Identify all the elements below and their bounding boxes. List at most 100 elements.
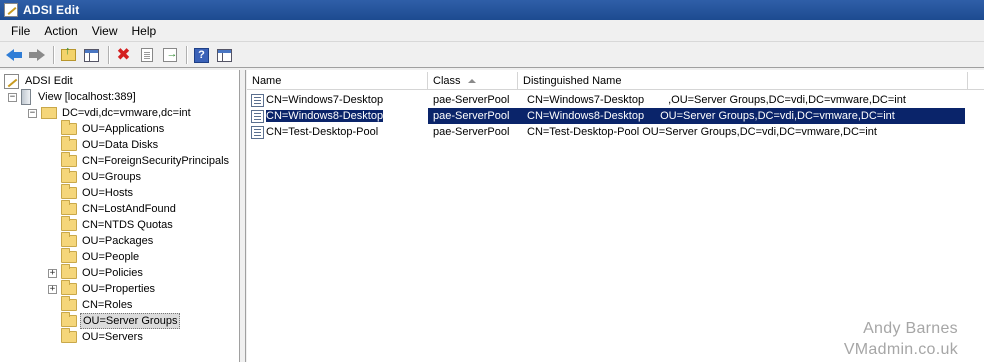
adsi-edit-app-icon <box>4 3 18 17</box>
tree-item-label: OU=Groups <box>82 171 141 183</box>
watermark-site: VMadmin.co.uk <box>843 341 958 358</box>
toolbar-separator <box>53 46 54 64</box>
tree-root-adsi-edit[interactable]: ADSI Edit <box>4 73 75 89</box>
tree-item[interactable]: + OU=Properties <box>48 280 157 297</box>
properties-icon <box>140 48 153 62</box>
column-label: Distinguished Name <box>523 75 622 87</box>
tree-item[interactable]: CN=LostAndFound <box>48 200 178 217</box>
tree-item[interactable]: OU=Applications <box>48 120 166 137</box>
list-row[interactable]: CN=Test-Desktop-Pool pae-ServerPool CN=Tes… <box>251 124 947 140</box>
column-label: Class <box>433 75 461 87</box>
folder-icon <box>61 280 77 295</box>
show-hide-action-pane-button[interactable] <box>214 45 235 66</box>
dn-common-name: CN=Test-Desktop-Pool <box>527 126 640 138</box>
console-tree[interactable]: ADSI Edit − View [localhost:389] − DC=vd… <box>0 70 240 362</box>
help-button[interactable]: ? <box>191 45 212 66</box>
cell-class: pae-ServerPool <box>428 108 522 124</box>
cell-name: CN=Test-Desktop-Pool <box>251 124 428 140</box>
adsi-edit-icon <box>4 73 19 89</box>
menu-help[interactable]: Help <box>125 24 164 38</box>
action-pane-icon <box>217 48 232 62</box>
dn-path: OU=Server Groups,DC=vdi,DC=vmware,DC=int <box>660 110 895 122</box>
up-one-level-button[interactable] <box>58 45 79 66</box>
tree-item[interactable]: OU=Hosts <box>48 184 135 201</box>
collapse-toggle[interactable]: − <box>28 108 37 118</box>
column-header-class[interactable]: Class <box>428 72 518 90</box>
back-arrow-icon <box>5 49 22 61</box>
menu-view[interactable]: View <box>85 24 125 38</box>
dn-path: ,OU=Server Groups,DC=vdi,DC=vmware,DC=in… <box>668 94 906 106</box>
tree-domain[interactable]: − DC=vdi,dc=vmware,dc=int <box>28 105 193 121</box>
domain-folder-icon <box>41 107 57 119</box>
forward-button[interactable] <box>26 45 47 66</box>
tree-item-label: ADSI Edit <box>25 75 73 87</box>
tree-item[interactable]: + OU=Policies <box>48 264 145 281</box>
cell-class: pae-ServerPool <box>433 94 510 106</box>
tree-item-label: OU=Servers <box>82 331 143 343</box>
sort-ascending-icon <box>468 79 476 83</box>
back-button[interactable] <box>3 45 24 66</box>
expand-toggle[interactable]: + <box>48 284 57 294</box>
show-hide-pane-icon <box>84 48 99 62</box>
pane-splitter[interactable] <box>240 70 246 362</box>
tree-item[interactable]: OU=Packages <box>48 232 155 249</box>
cell-distinguished-name: CN=Windows8-Desktop OU=Server Groups,DC=v… <box>522 108 965 124</box>
object-name: CN=Windows8-Desktop <box>266 110 384 122</box>
column-header-distinguished-name[interactable]: Distinguished Name <box>518 72 968 90</box>
folder-icon <box>61 312 77 327</box>
dn-common-name: CN=Windows8-Desktop <box>527 110 645 122</box>
tree-item[interactable]: CN=ForeignSecurityPrincipals <box>48 152 231 169</box>
folder-icon <box>61 232 77 247</box>
tree-item[interactable]: CN=NTDS Quotas <box>48 216 175 233</box>
cell-name: CN=Windows8-Desktop <box>251 108 428 124</box>
delete-button[interactable]: ✖ <box>113 45 134 66</box>
list-row[interactable]: CN=Windows8-Desktop pae-ServerPool CN=Wind… <box>251 108 965 124</box>
folder-icon <box>61 296 77 311</box>
menu-action[interactable]: Action <box>37 24 84 38</box>
tree-item[interactable]: OU=Servers <box>48 328 145 345</box>
dn-common-name: CN=Windows7-Desktop <box>527 94 645 106</box>
tree-item-label: OU=Applications <box>82 123 165 135</box>
column-label: Name <box>252 75 282 87</box>
folder-icon <box>61 168 77 183</box>
column-header-name[interactable]: Name <box>247 72 428 90</box>
export-list-button[interactable] <box>159 45 180 66</box>
watermark-author: Andy Barnes <box>863 320 958 337</box>
server-pool-object-icon <box>251 93 264 107</box>
tree-connection[interactable]: − View [localhost:389] <box>8 89 138 105</box>
show-hide-console-tree-button[interactable] <box>81 45 102 66</box>
expand-toggle[interactable]: + <box>48 268 57 278</box>
tree-item-label: OU=Policies <box>82 267 143 279</box>
watermark: Andy Barnes VMadmin.co.uk <box>844 318 958 360</box>
help-icon: ? <box>194 47 209 63</box>
folder-icon <box>61 136 77 151</box>
cell-name: CN=Windows7-Desktop <box>251 92 428 108</box>
menu-file[interactable]: File <box>4 24 37 38</box>
properties-button[interactable] <box>136 45 157 66</box>
list-header: Name Class Distinguished Name <box>247 72 984 90</box>
tree-item-label: OU=Server Groups <box>80 313 181 329</box>
tree-item-label: CN=ForeignSecurityPrincipals <box>82 155 230 167</box>
server-icon <box>21 89 31 105</box>
tree-item[interactable]: CN=Roles <box>48 296 134 313</box>
tree-item-label: View [localhost:389] <box>38 91 136 103</box>
tree-item[interactable]: OU=People <box>48 248 141 265</box>
toolbar-separator <box>186 46 187 64</box>
toolbar: ✖ ? <box>0 43 984 68</box>
up-folder-icon <box>61 45 76 61</box>
collapse-toggle[interactable]: − <box>8 92 17 102</box>
tree-item-label: CN=LostAndFound <box>82 203 176 215</box>
folder-icon <box>61 120 77 135</box>
cell-distinguished-name: CN=Test-Desktop-Pool OU=Server Groups,DC=… <box>522 124 947 140</box>
tree-item[interactable]: OU=Server Groups <box>48 312 181 329</box>
export-list-icon <box>162 48 178 62</box>
delete-icon: ✖ <box>116 44 131 65</box>
list-row[interactable]: CN=Windows7-Desktop pae-ServerPool CN=Wind… <box>251 92 976 108</box>
tree-item[interactable]: OU=Data Disks <box>48 136 160 153</box>
folder-icon <box>61 200 77 215</box>
object-name: CN=Windows7-Desktop <box>266 94 384 106</box>
dn-path: OU=Server Groups,DC=vdi,DC=vmware,DC=int <box>642 126 877 138</box>
tree-item-label: DC=vdi,dc=vmware,dc=int <box>62 107 191 119</box>
tree-item-label: OU=Properties <box>82 283 156 295</box>
tree-item[interactable]: OU=Groups <box>48 168 143 185</box>
